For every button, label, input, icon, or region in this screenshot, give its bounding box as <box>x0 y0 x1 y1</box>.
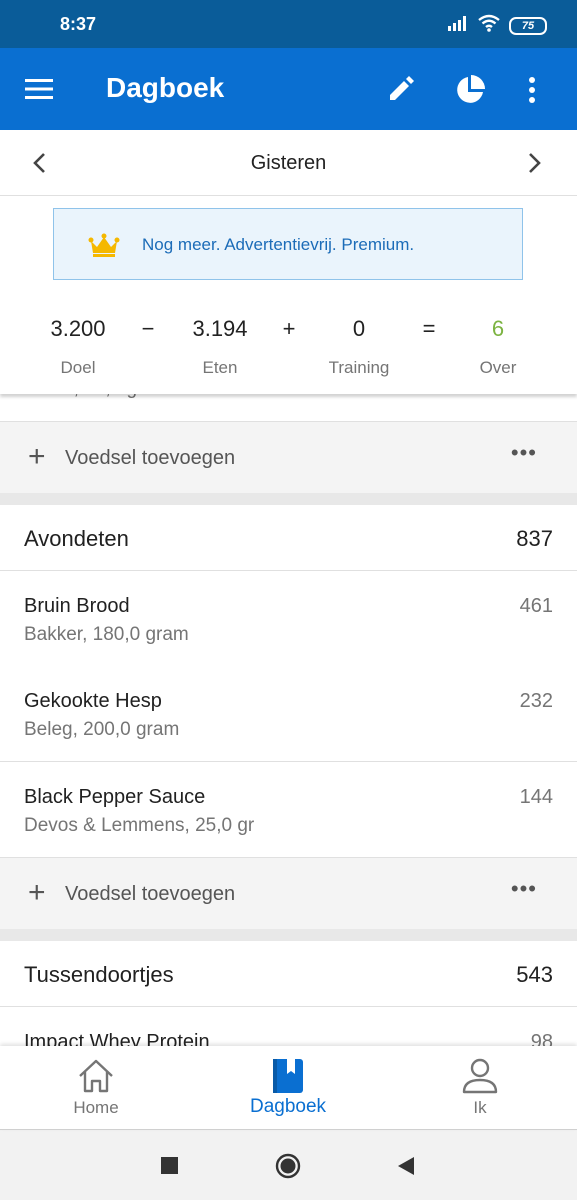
status-time: 8:37 <box>60 14 97 34</box>
goal-value: 3.200 <box>50 316 106 341</box>
goal-label: Doel <box>60 358 96 377</box>
remaining-label: Over <box>479 358 517 377</box>
bottom-navigation: Home Dagboek Ik <box>0 1046 577 1130</box>
add-food-label: Voedsel toevoegen <box>65 447 236 469</box>
battery-indicator: 75 <box>509 16 547 35</box>
section-divider <box>0 493 577 505</box>
more-horiz-icon[interactable]: ••• <box>511 876 537 902</box>
premium-banner[interactable]: Nog meer. Advertentievrij. Premium. <box>53 208 523 280</box>
section-divider <box>0 929 577 941</box>
diary-book-icon <box>268 1056 308 1096</box>
food-item[interactable]: Black Pepper Sauce Devos & Lemmens, 25,0… <box>0 762 577 858</box>
add-food-row-dinner[interactable]: + Voedsel toevoegen ••• <box>0 857 577 929</box>
equals-operator: = <box>422 316 436 341</box>
calorie-summary: 3.200 − 3.194 + 0 = 6 Doel Eten Training… <box>0 300 577 394</box>
food-calories: 232 <box>519 690 553 712</box>
meal-calories: 543 <box>516 962 553 987</box>
system-navigation-bar <box>0 1130 577 1200</box>
meal-header-snacks[interactable]: Tussendoortjes 543 <box>0 941 577 1007</box>
home-icon <box>76 1056 116 1096</box>
add-food-row[interactable]: + Voedsel toevoegen ••• <box>0 421 577 493</box>
food-detail: Bakker, 180,0 gram <box>24 624 189 645</box>
food-value: 3.194 <box>192 316 248 341</box>
pie-chart-icon[interactable] <box>450 70 490 110</box>
minus-operator: − <box>141 316 155 341</box>
plus-icon: + <box>28 876 46 909</box>
meal-name: Avondeten <box>24 526 129 551</box>
status-bar: 8:37 75 <box>0 0 577 48</box>
food-calories: 144 <box>519 786 553 808</box>
home-circle-icon[interactable] <box>274 1152 302 1180</box>
edit-pencil-icon[interactable] <box>380 70 420 110</box>
nav-home-label: Home <box>73 1098 119 1117</box>
back-triangle-icon[interactable] <box>392 1152 420 1180</box>
date-label[interactable]: Gisteren <box>0 152 577 175</box>
chevron-right-icon[interactable] <box>522 150 552 176</box>
food-detail: Devos & Lemmens, 25,0 gr <box>24 815 255 836</box>
premium-banner-text: Nog meer. Advertentievrij. Premium. <box>142 235 415 254</box>
exercise-label: Training <box>328 358 390 377</box>
food-name: Gekookte Hesp <box>24 690 162 712</box>
person-icon <box>460 1056 500 1096</box>
nav-me[interactable]: Ik <box>384 1046 576 1130</box>
wifi-icon <box>477 14 501 37</box>
food-item[interactable]: Gekookte Hesp Beleg, 200,0 gram 232 <box>0 666 577 762</box>
signal-icon <box>447 15 469 36</box>
more-horiz-icon[interactable]: ••• <box>511 440 537 466</box>
meal-calories: 837 <box>516 526 553 551</box>
date-navigator: Gisteren <box>0 130 577 196</box>
menu-icon[interactable] <box>22 72 62 106</box>
food-item[interactable]: Bruin Brood Bakker, 180,0 gram 461 <box>0 571 577 667</box>
nav-me-label: Ik <box>473 1098 487 1117</box>
add-food-label: Voedsel toevoegen <box>65 883 236 905</box>
plus-operator: + <box>282 316 296 341</box>
app-bar: Dagboek <box>0 48 577 130</box>
food-detail: Beleg, 200,0 gram <box>24 719 180 740</box>
meal-header-dinner[interactable]: Avondeten 837 <box>0 505 577 571</box>
nav-diary[interactable]: Dagboek <box>192 1046 384 1130</box>
crown-icon <box>88 233 120 262</box>
food-label: Eten <box>202 358 238 377</box>
food-name: Black Pepper Sauce <box>24 786 206 808</box>
page-title: Dagboek <box>106 72 225 103</box>
food-name: Bruin Brood <box>24 595 130 617</box>
exercise-value: 0 <box>352 316 366 341</box>
nav-diary-label: Dagboek <box>249 1096 327 1117</box>
recents-square-icon[interactable] <box>156 1152 184 1180</box>
more-vert-icon[interactable] <box>512 70 552 110</box>
food-calories: 461 <box>519 595 553 617</box>
status-icons: 75 <box>447 14 547 37</box>
remaining-value: 6 <box>491 316 505 341</box>
meal-name: Tussendoortjes <box>24 962 174 987</box>
nav-home[interactable]: Home <box>0 1046 192 1130</box>
plus-icon: + <box>28 440 46 473</box>
